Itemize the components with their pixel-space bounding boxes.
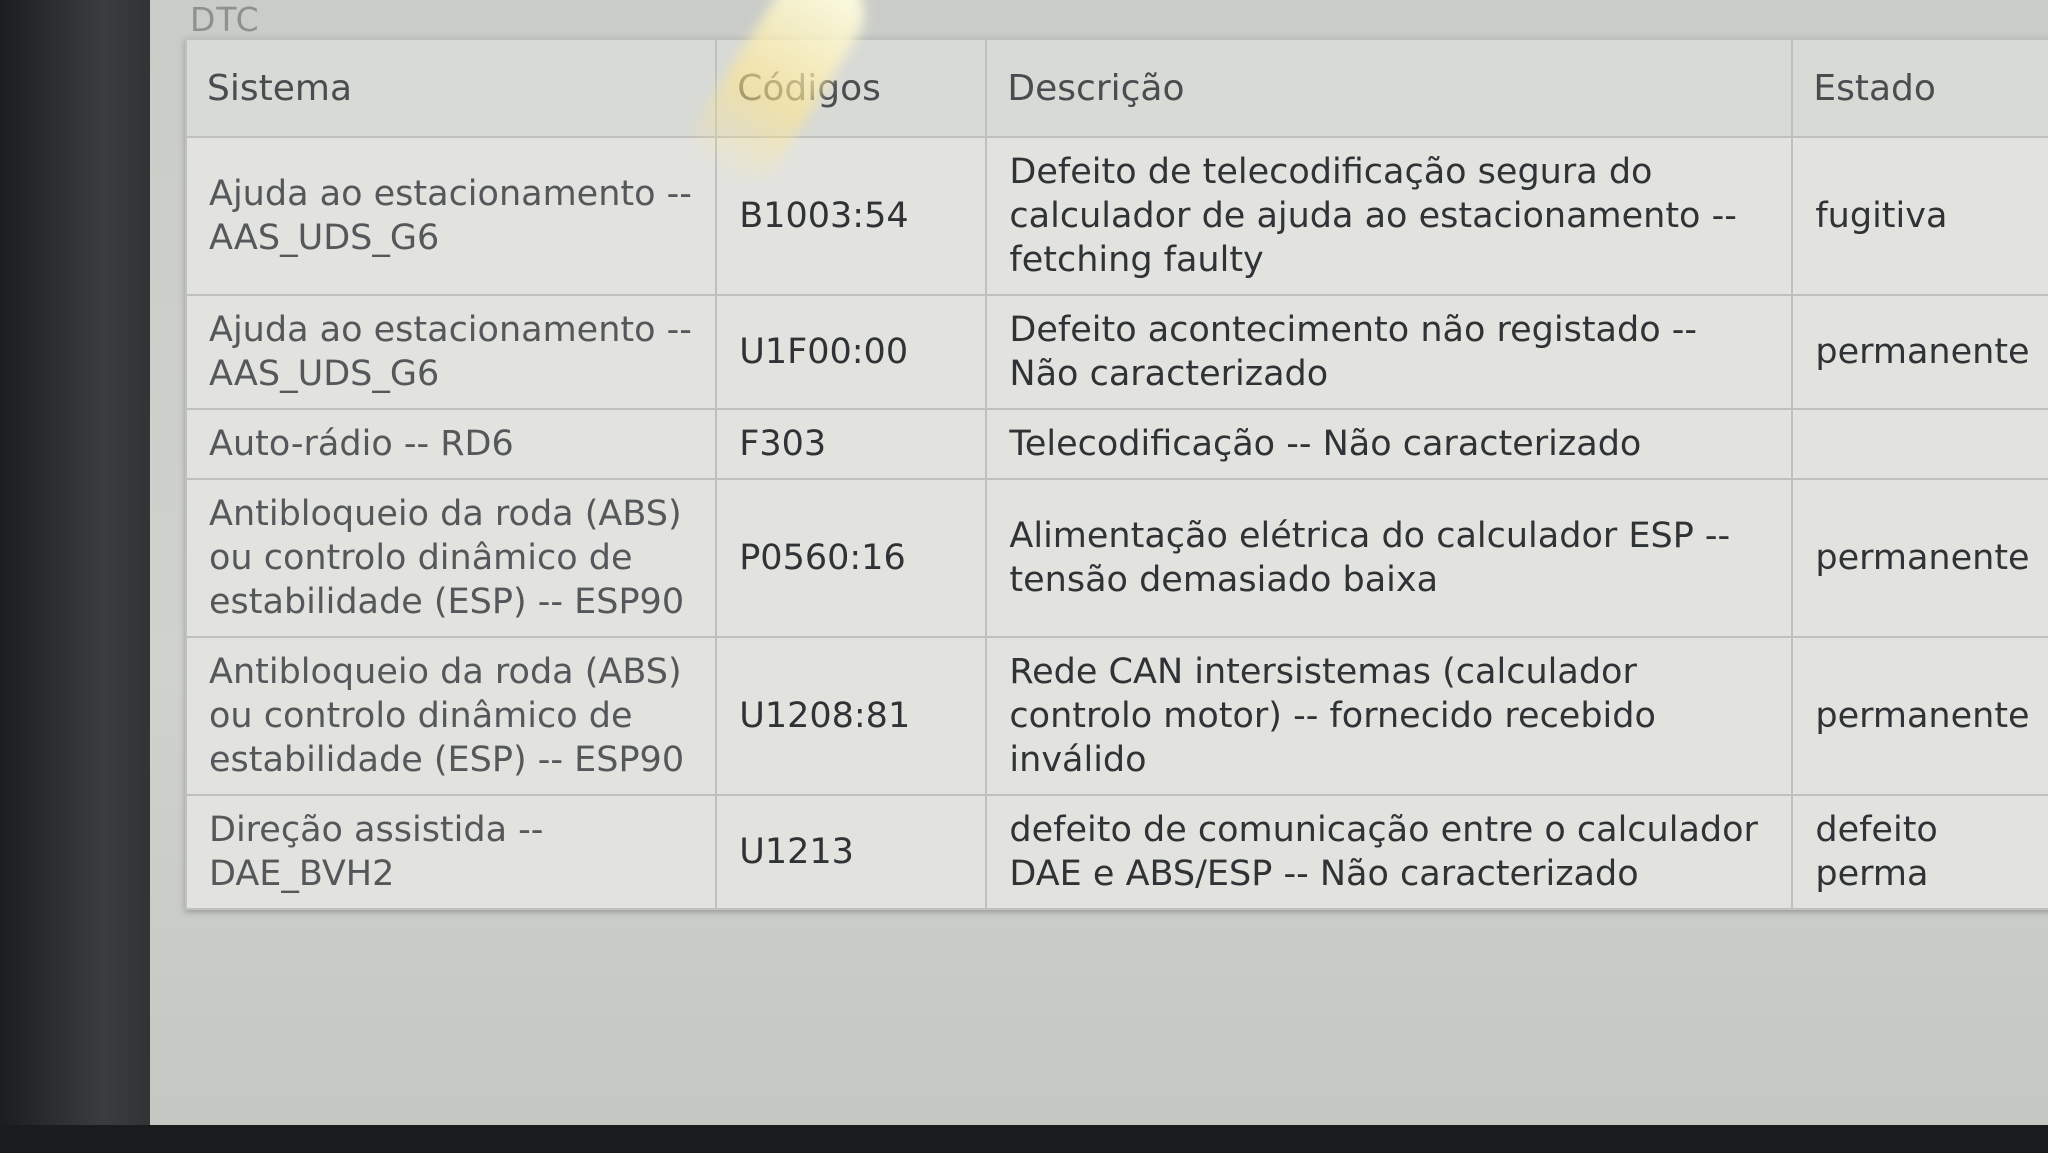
- cell-description: Defeito acontecimento não registado -- N…: [985, 294, 1794, 410]
- cell-state: defeito perma: [1791, 794, 2048, 910]
- dtc-table: Sistema Códigos Descrição Estado Ajuda a…: [184, 38, 2048, 910]
- table-header-row: Sistema Códigos Descrição Estado: [184, 38, 2048, 138]
- cell-code: P0560:16: [715, 478, 988, 638]
- header-system[interactable]: Sistema: [184, 38, 718, 138]
- table-row[interactable]: Ajuda ao estacionamento -- AAS_UDS_G6 B1…: [184, 136, 2048, 296]
- table-row[interactable]: Antibloqueio da roda (ABS) ou controlo d…: [184, 636, 2048, 796]
- header-description[interactable]: Descrição: [985, 38, 1794, 138]
- table-row[interactable]: Direção assistida -- DAE_BVH2 U1213 defe…: [184, 794, 2048, 910]
- cell-system: Ajuda ao estacionamento -- AAS_UDS_G6: [184, 136, 718, 296]
- table-row[interactable]: Ajuda ao estacionamento -- AAS_UDS_G6 U1…: [184, 294, 2048, 410]
- cell-state: fugitiva: [1791, 136, 2048, 296]
- cell-description: defeito de comunicação entre o calculado…: [985, 794, 1794, 910]
- cell-state: [1791, 408, 2048, 480]
- cell-system: Antibloqueio da roda (ABS) ou controlo d…: [184, 636, 718, 796]
- table-row[interactable]: Antibloqueio da roda (ABS) ou controlo d…: [184, 478, 2048, 638]
- cell-description: Rede CAN intersistemas (calculador contr…: [985, 636, 1794, 796]
- diagnostic-screen: DTC Sistema Códigos Descrição Estado Aju…: [150, 0, 2048, 1125]
- section-title: DTC: [190, 0, 260, 39]
- cell-system: Auto-rádio -- RD6: [184, 408, 718, 480]
- bottom-bezel: [0, 1125, 2048, 1153]
- cell-code: U1213: [715, 794, 988, 910]
- cell-system: Antibloqueio da roda (ABS) ou controlo d…: [184, 478, 718, 638]
- cell-code: U1208:81: [715, 636, 988, 796]
- cell-state: permanente: [1791, 636, 2048, 796]
- table-row[interactable]: Auto-rádio -- RD6 F303 Telecodificação -…: [184, 408, 2048, 480]
- cell-description: Defeito de telecodificação segura do cal…: [985, 136, 1794, 296]
- cell-state: permanente: [1791, 478, 2048, 638]
- header-state[interactable]: Estado: [1791, 38, 2048, 138]
- cell-code: F303: [715, 408, 988, 480]
- cell-system: Ajuda ao estacionamento -- AAS_UDS_G6: [184, 294, 718, 410]
- cell-system: Direção assistida -- DAE_BVH2: [184, 794, 718, 910]
- cell-description: Alimentação elétrica do calculador ESP -…: [985, 478, 1794, 638]
- cell-code: U1F00:00: [715, 294, 988, 410]
- cell-state: permanente: [1791, 294, 2048, 410]
- cell-description: Telecodificação -- Não caracterizado: [985, 408, 1794, 480]
